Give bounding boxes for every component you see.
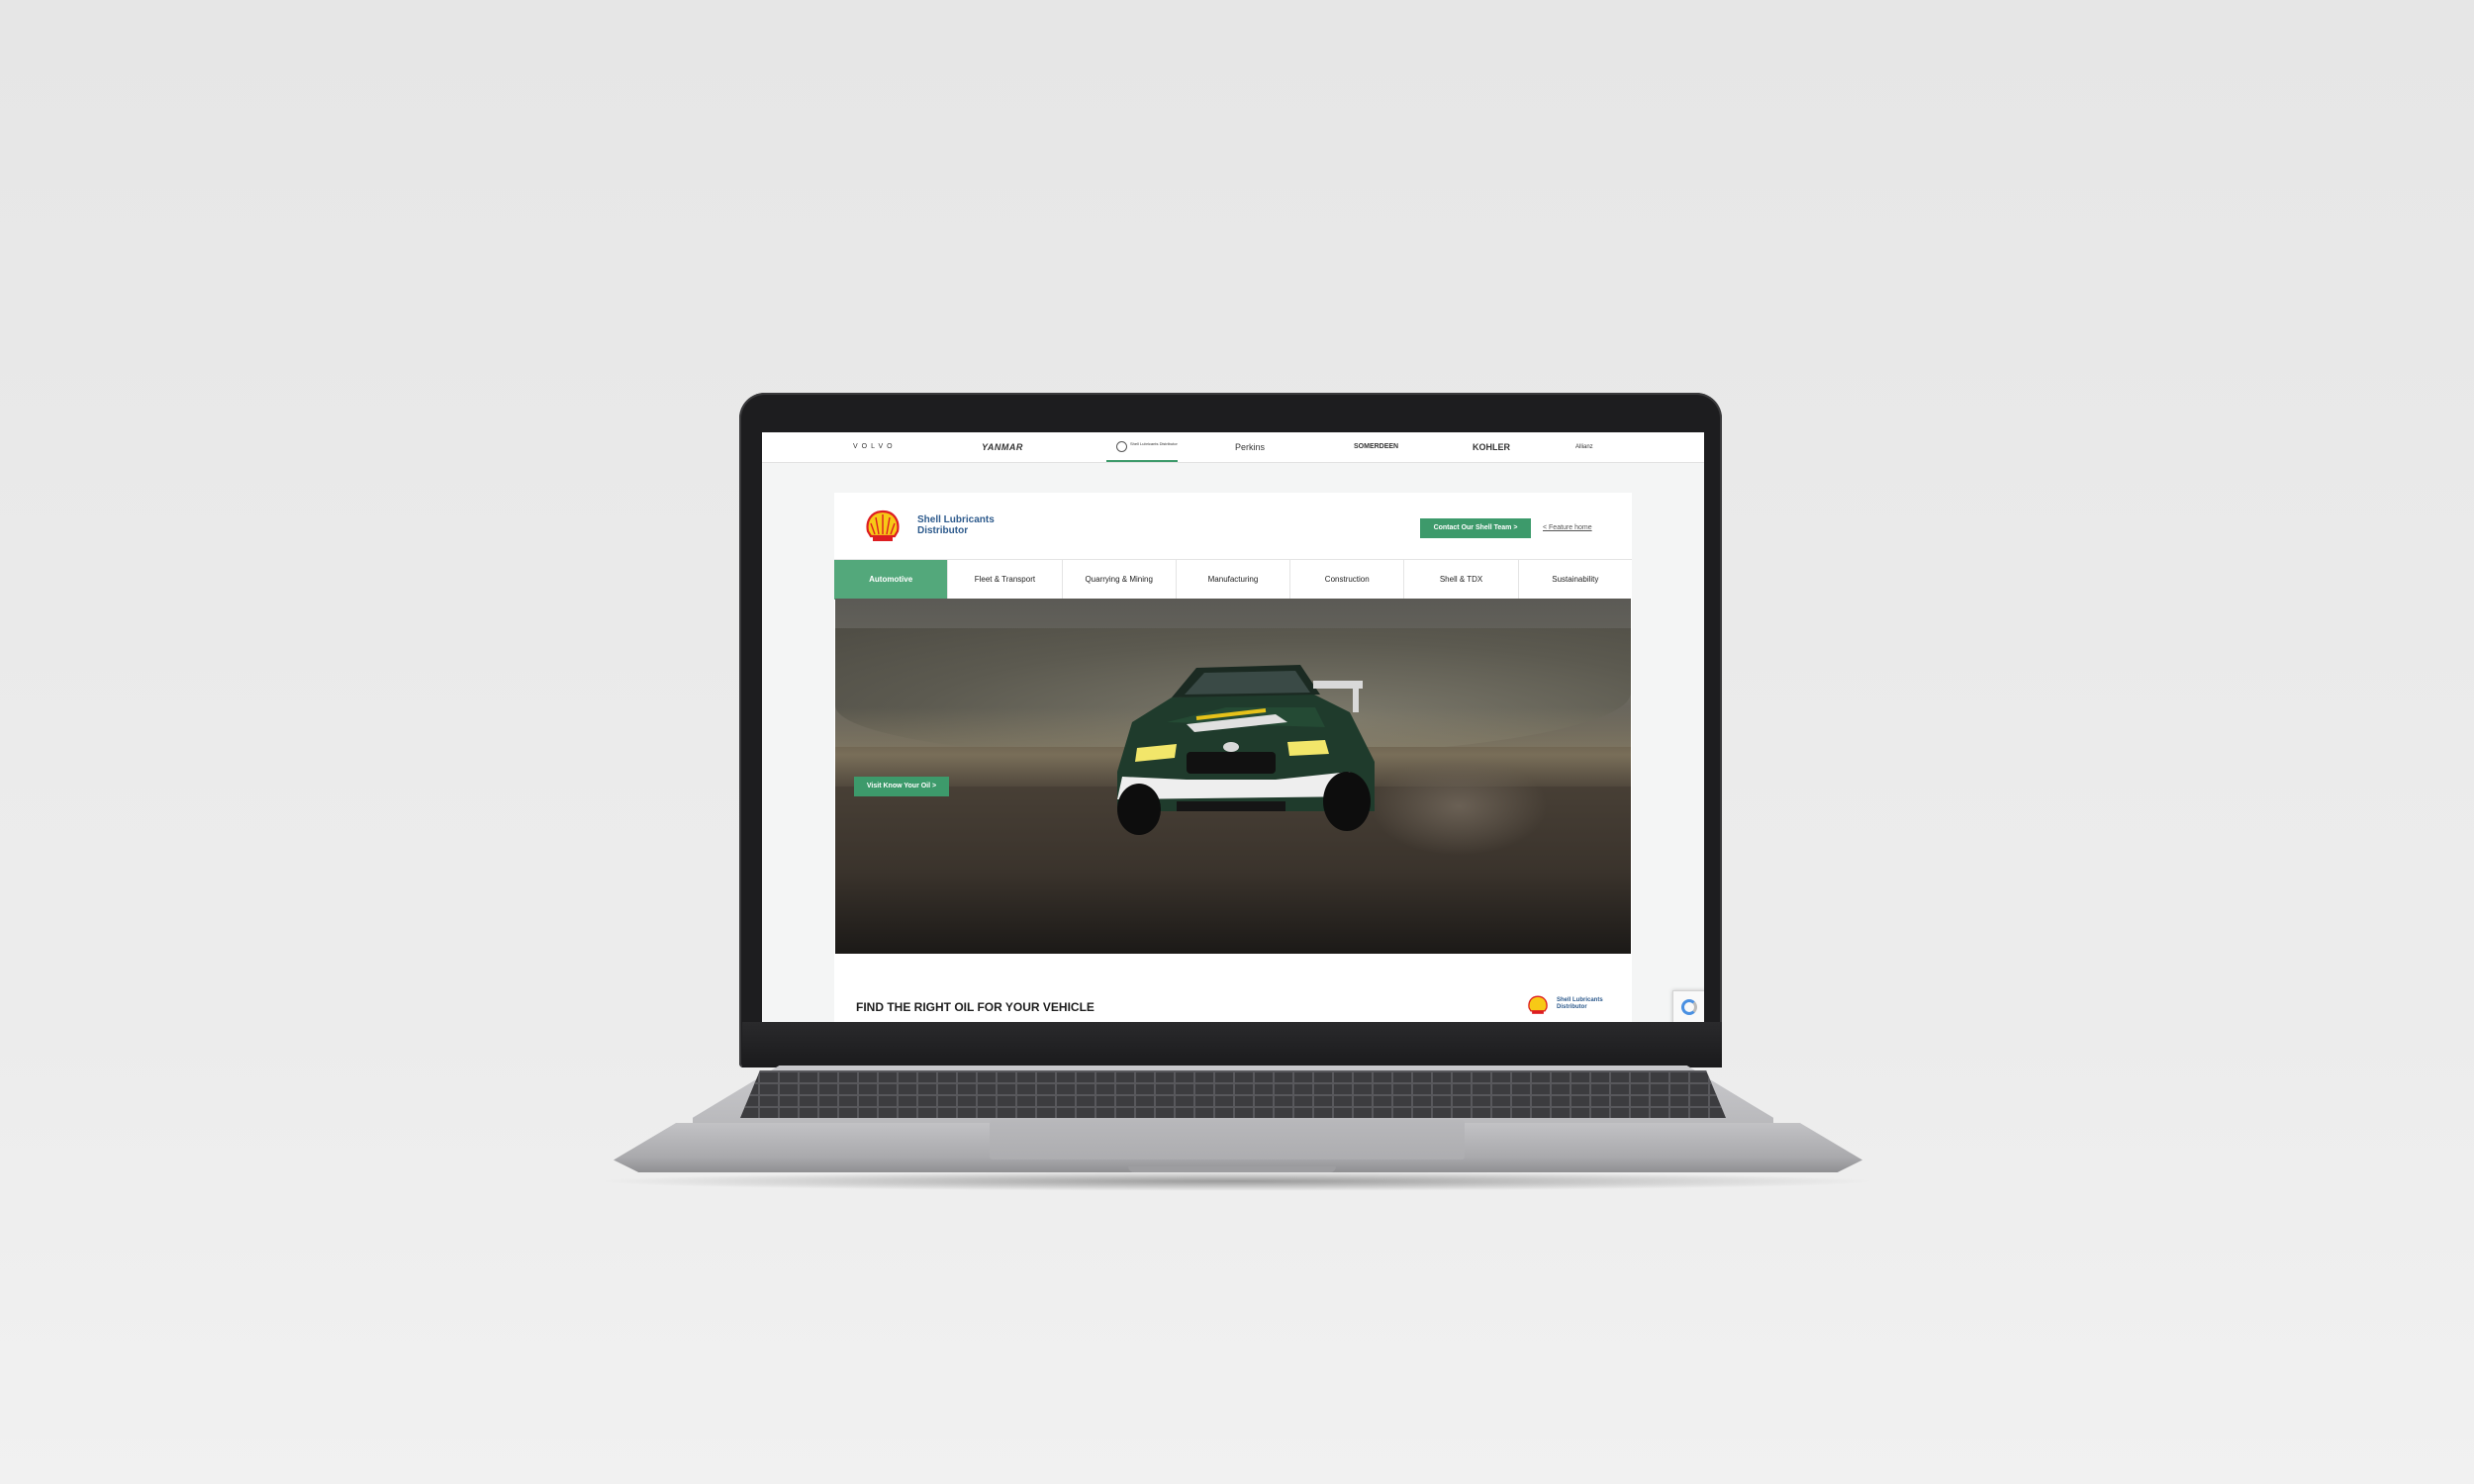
shell-logo-small-icon <box>1528 995 1548 1014</box>
tab-fleet-transport[interactable]: Fleet & Transport <box>948 560 1063 600</box>
tab-shell-tdx[interactable]: Shell & TDX <box>1404 560 1519 600</box>
feature-home-link[interactable]: < Feature home <box>1543 518 1592 538</box>
tab-manufacturing[interactable]: Manufacturing <box>1176 560 1291 600</box>
brand-perkins[interactable]: Perkins <box>1235 439 1265 455</box>
section-heading: FIND THE RIGHT OIL FOR YOUR VEHICLE <box>856 1000 1094 1014</box>
tab-sustainability[interactable]: Sustainability <box>1518 560 1632 600</box>
recaptcha-badge[interactable] <box>1672 990 1704 1022</box>
brand-somerdeen[interactable]: SOMERDEEN <box>1354 439 1398 455</box>
industry-tabs: Automotive Fleet & Transport Quarrying &… <box>834 559 1632 600</box>
tab-automotive[interactable]: Automotive <box>834 560 949 600</box>
shell-badge-icon <box>1116 441 1127 452</box>
laptop-shadow <box>594 1171 1880 1191</box>
tab-quarrying-mining[interactable]: Quarrying & Mining <box>1062 560 1177 600</box>
page-container: Shell Lubricants Distributor Contact Our… <box>834 493 1632 1022</box>
brand-shell-distributor[interactable]: Shell Lubricants Distributor <box>1116 441 1178 457</box>
laptop-touchpad <box>990 1120 1465 1159</box>
tab-construction[interactable]: Construction <box>1290 560 1405 600</box>
contact-shell-team-button[interactable]: Contact Our Shell Team > <box>1420 518 1531 538</box>
laptop-keyboard <box>740 1070 1726 1118</box>
brand-shell-distributor-label: Shell Lubricants Distributor <box>1130 441 1178 446</box>
laptop-bezel-bottom <box>742 1022 1722 1067</box>
section-logo-text: Shell Lubricants Distributor <box>1557 997 1616 1011</box>
partner-brand-bar: VOLVO YANMAR Shell Lubricants Distributo… <box>762 432 1704 463</box>
brand-yanmar[interactable]: YANMAR <box>982 439 1023 455</box>
laptop-notch <box>1128 1166 1336 1172</box>
brand-active-underline <box>1106 460 1178 462</box>
logo-line-2: Distributor <box>917 525 969 536</box>
hero-banner: Visit Know Your Oil > <box>835 599 1631 954</box>
recaptcha-icon <box>1681 999 1697 1015</box>
brand-volvo[interactable]: VOLVO <box>853 439 897 455</box>
site-logo-text[interactable]: Shell Lubricants Distributor <box>917 514 1036 536</box>
section-logo-line-2: Distributor <box>1557 1004 1587 1010</box>
rally-car-image <box>1117 665 1375 835</box>
visit-know-your-oil-button[interactable]: Visit Know Your Oil > <box>854 777 949 796</box>
laptop-screen: VOLVO YANMAR Shell Lubricants Distributo… <box>762 432 1704 1022</box>
logo-line-1: Shell Lubricants <box>917 514 995 525</box>
brand-allianz[interactable]: Allianz <box>1575 439 1593 455</box>
section-logo-line-1: Shell Lubricants <box>1557 997 1603 1003</box>
brand-kohler[interactable]: KOHLER <box>1473 439 1510 455</box>
shell-logo-icon[interactable] <box>865 510 901 543</box>
